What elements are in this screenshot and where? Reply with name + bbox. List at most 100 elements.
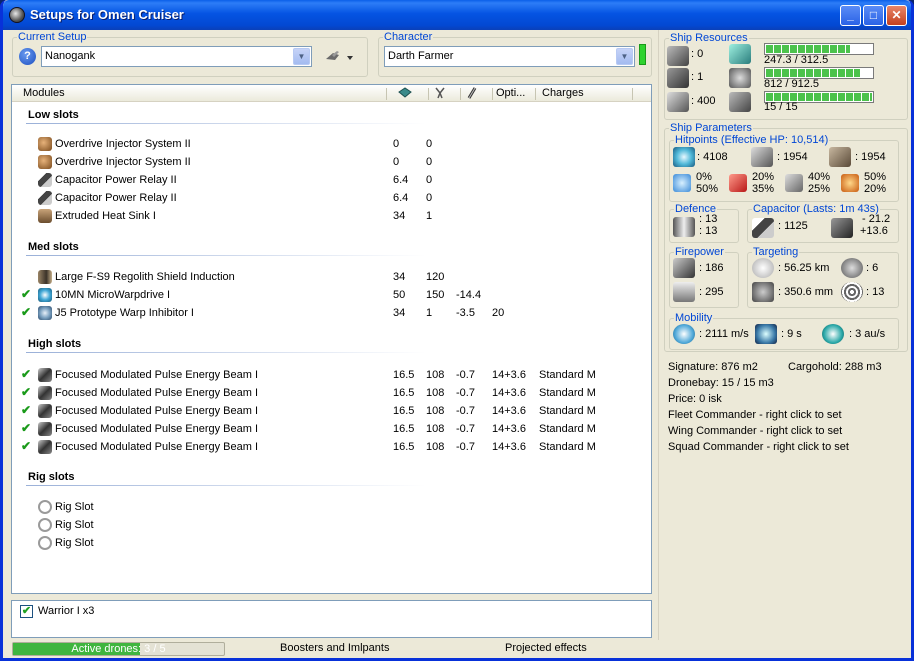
align-time-icon: [755, 324, 777, 344]
gun-tools-icon: [326, 51, 353, 60]
thermal-resist-b: 35%: [752, 183, 775, 195]
em-resist-icon: [673, 174, 691, 192]
active-check-icon[interactable]: ✔: [21, 421, 31, 435]
module-row[interactable]: ✔ Focused Modulated Pulse Energy Beam I …: [12, 420, 651, 438]
fleet-commander[interactable]: Fleet Commander - right click to set: [668, 409, 842, 421]
module-row[interactable]: ✔ Focused Modulated Pulse Energy Beam I …: [12, 438, 651, 456]
window: Setups for Omen Cruiser _ □ ✕ Current Se…: [0, 0, 914, 661]
squad-commander[interactable]: Squad Commander - right click to set: [668, 441, 849, 453]
close-button[interactable]: ✕: [886, 5, 907, 26]
module-name: Rig Slot: [55, 537, 94, 549]
character-legend: Character: [384, 31, 433, 43]
maximize-button[interactable]: □: [863, 5, 884, 26]
status-bar: Active drones: 3 / 5 Boosters and Imlpan…: [3, 640, 911, 658]
app-icon: [9, 7, 25, 23]
module-name: Extruded Heat Sink I: [55, 210, 156, 222]
scan-resolution-icon: [752, 282, 774, 302]
cargohold: Cargohold: 288 m3: [788, 361, 882, 373]
module-cpu: 16.5: [393, 423, 415, 435]
module-charge: Standard M: [539, 441, 596, 453]
warp-speed: : 3 au/s: [849, 328, 886, 340]
chevron-down-icon[interactable]: ▼: [293, 48, 310, 65]
setup-actions-button[interactable]: [323, 47, 357, 67]
defence-a: : 13: [699, 213, 718, 225]
module-row[interactable]: Large F-S9 Regolith Shield Induction 34 …: [12, 268, 651, 286]
module-capacitor: -14.4: [456, 289, 482, 301]
max-velocity: : 2111 m/s: [699, 328, 749, 340]
module-name: J5 Prototype Warp Inhibitor I: [55, 307, 194, 319]
module-row[interactable]: Capacitor Power Relay II 6.4 0: [12, 171, 651, 189]
module-row[interactable]: ✔ Focused Modulated Pulse Energy Beam I …: [12, 402, 651, 420]
module-powergrid: 108: [426, 369, 445, 381]
module-row[interactable]: ✔ 10MN MicroWarpdrive I 50 150 -14.4: [12, 286, 651, 304]
module-name: Capacitor Power Relay II: [55, 174, 177, 186]
help-icon[interactable]: ?: [19, 48, 36, 65]
module-optimal: 14+3.6: [492, 405, 526, 417]
active-check-icon[interactable]: ✔: [21, 385, 31, 399]
active-check-icon[interactable]: ✔: [21, 367, 31, 381]
target-range: : 56.25 km: [778, 262, 830, 274]
drones-list[interactable]: ✔ Warrior I x3: [11, 600, 652, 638]
module-cpu: 6.4: [393, 174, 409, 186]
projected-effects-button[interactable]: Projected effects: [505, 642, 587, 654]
header-capacitor[interactable]: [465, 87, 483, 102]
targeting-range-icon: [752, 258, 774, 278]
module-row[interactable]: Extruded Heat Sink I 34 1: [12, 207, 651, 225]
header-modules[interactable]: Modules: [23, 87, 65, 102]
module-powergrid: 1: [426, 210, 433, 222]
module-capacitor: -0.7: [456, 369, 475, 381]
module-row[interactable]: Rig Slot: [12, 498, 651, 516]
active-check-icon[interactable]: ✔: [21, 287, 31, 301]
module-row[interactable]: Overdrive Injector System II 0 0: [12, 153, 651, 171]
signature: Signature: 876 m2: [668, 361, 758, 373]
module-row[interactable]: Capacitor Power Relay II 6.4 0: [12, 189, 651, 207]
boosters-implants-button[interactable]: Boosters and Imlpants: [280, 642, 389, 654]
warp-inhibitor-icon: [38, 306, 52, 320]
module-row[interactable]: ✔ J5 Prototype Warp Inhibitor I 34 1 -3.…: [12, 304, 651, 322]
module-row[interactable]: ✔ Focused Modulated Pulse Energy Beam I …: [12, 384, 651, 402]
kinetic-resist-b: 25%: [808, 183, 831, 195]
microwarpdrive-icon: [38, 288, 52, 302]
firepower-turret: : 186: [699, 262, 724, 274]
capacitor-drain: - 21.2: [862, 213, 891, 225]
module-row[interactable]: Overdrive Injector System II 0 0: [12, 135, 651, 153]
chevron-down-icon[interactable]: ▼: [616, 48, 633, 65]
header-cpu[interactable]: [398, 87, 416, 102]
wing-commander[interactable]: Wing Commander - right click to set: [668, 425, 842, 437]
module-cpu: 34: [393, 210, 406, 222]
ship-parameters-legend: Ship Parameters: [670, 122, 752, 134]
current-setup-legend: Current Setup: [18, 31, 87, 43]
module-row[interactable]: ✔ Focused Modulated Pulse Energy Beam I …: [12, 366, 651, 384]
setup-select[interactable]: Nanogank ▼: [41, 46, 312, 67]
header-charges[interactable]: Charges: [542, 87, 584, 102]
price: Price: 0 isk: [668, 393, 722, 405]
scan-resolution: : 350.6 mm: [778, 286, 834, 298]
modules-list[interactable]: Modules Opti... Charges Low slots Overdr…: [11, 84, 652, 594]
header-powergrid[interactable]: [433, 87, 451, 102]
character-status-indicator: [639, 44, 646, 65]
module-capacitor: -3.5: [456, 307, 475, 319]
module-cpu: 16.5: [393, 405, 415, 417]
module-row[interactable]: Rig Slot: [12, 534, 651, 552]
module-cpu: 16.5: [393, 387, 415, 399]
energy-beam-icon: [38, 404, 52, 418]
turret-dps-icon: [673, 258, 695, 278]
drone-checkbox[interactable]: ✔: [20, 605, 33, 618]
med-slots-title: Med slots: [28, 241, 79, 253]
character-select[interactable]: Darth Farmer ▼: [384, 46, 635, 67]
minimize-button[interactable]: _: [840, 5, 861, 26]
module-name: Large F-S9 Regolith Shield Induction: [55, 271, 235, 283]
shield-induction-icon: [38, 270, 52, 284]
module-name: Focused Modulated Pulse Energy Beam I: [55, 369, 259, 381]
calibration: : 400: [691, 95, 716, 107]
drone-bandwidth-text: 15 / 15: [764, 101, 798, 113]
firepower-legend: Firepower: [675, 246, 724, 258]
active-check-icon[interactable]: ✔: [21, 403, 31, 417]
active-check-icon[interactable]: ✔: [21, 305, 31, 319]
module-powergrid: 150: [426, 289, 445, 301]
title-bar[interactable]: Setups for Omen Cruiser _ □ ✕: [3, 0, 911, 30]
active-check-icon[interactable]: ✔: [21, 439, 31, 453]
capacitor-icon: [752, 218, 774, 238]
module-row[interactable]: Rig Slot: [12, 516, 651, 534]
header-optimal[interactable]: Opti...: [496, 87, 525, 102]
